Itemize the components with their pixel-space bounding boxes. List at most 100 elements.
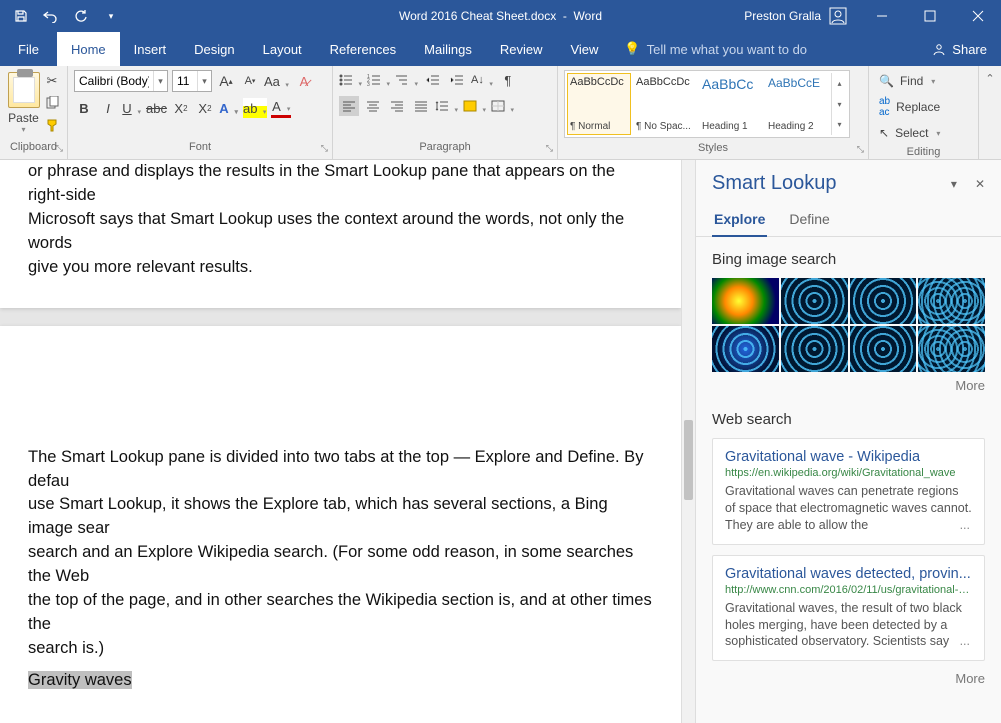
bullets-icon[interactable] [339,70,363,90]
image-result[interactable] [781,278,848,324]
user-name[interactable]: Preston Gralla [744,9,821,23]
styles-launcher-icon[interactable]: ⤡ [857,144,864,155]
document-area[interactable]: or phrase and displays the results in th… [0,160,681,723]
search-icon: 🔍 [879,74,894,88]
format-painter-icon[interactable] [43,116,61,134]
gallery-up-icon[interactable]: ▴ [832,73,847,94]
share-icon [932,42,946,56]
image-result[interactable] [850,278,917,324]
replace-button[interactable]: abacReplace [875,94,944,120]
multilevel-list-icon[interactable] [395,70,419,90]
align-right-icon[interactable] [387,96,407,116]
increase-indent-icon[interactable] [447,70,467,90]
underline-button[interactable]: U [122,98,142,118]
find-button[interactable]: 🔍Find▾ [875,72,944,90]
superscript-button[interactable]: X2 [195,98,215,118]
italic-button[interactable]: I [98,98,118,118]
user-avatar-icon[interactable] [829,7,847,25]
style-no-spacing[interactable]: AaBbCcDc¶ No Spac... [633,73,697,135]
copy-icon[interactable] [43,94,61,112]
font-launcher-icon[interactable]: ⤡ [321,143,328,154]
tab-view[interactable]: View [556,32,612,66]
undo-icon[interactable] [38,3,64,29]
selected-text[interactable]: Gravity waves [28,671,132,689]
scrollbar-thumb[interactable] [684,420,693,500]
tab-layout[interactable]: Layout [249,32,316,66]
borders-icon[interactable] [491,96,515,116]
image-result[interactable] [781,326,848,372]
font-size-input[interactable] [173,74,197,88]
shrink-font-icon[interactable]: A▾ [240,71,260,91]
align-left-icon[interactable] [339,96,359,116]
group-paragraph: 123 A↓ ¶ Paragraph⤡ [333,66,558,159]
grow-font-icon[interactable]: A▴ [216,71,236,91]
pane-menu-icon[interactable]: ▾ [951,177,957,191]
close-button[interactable] [955,0,1001,32]
redo-icon[interactable] [68,3,94,29]
image-result[interactable] [918,278,985,324]
tab-review[interactable]: Review [486,32,557,66]
tell-me-search[interactable]: 💡 Tell me what you want to do [612,32,807,66]
tab-file[interactable]: File [0,32,57,66]
sort-icon[interactable]: A↓ [471,70,494,90]
maximize-button[interactable] [907,0,953,32]
save-icon[interactable] [8,3,34,29]
decrease-indent-icon[interactable] [423,70,443,90]
show-marks-icon[interactable]: ¶ [498,70,518,90]
image-result[interactable] [712,326,779,372]
vertical-scrollbar[interactable] [681,160,695,723]
image-result[interactable] [918,326,985,372]
qat-customize-icon[interactable]: ▾ [98,3,124,29]
share-button[interactable]: Share [932,32,1001,66]
web-section-title: Web search [712,411,985,428]
gallery-more-icon[interactable]: ▾ [832,114,847,135]
font-color-icon[interactable]: A [271,98,291,118]
subscript-button[interactable]: X2 [171,98,191,118]
chevron-down-icon[interactable]: ▾ [197,71,211,91]
web-result-1[interactable]: Gravitational wave - Wikipedia https://e… [712,438,985,545]
web-result-2[interactable]: Gravitational waves detected, provin... … [712,555,985,662]
justify-icon[interactable] [411,96,431,116]
pane-close-icon[interactable]: ✕ [975,177,985,191]
clipboard-launcher-icon[interactable]: ⤡ [56,143,63,154]
change-case-icon[interactable]: Aa [264,71,290,91]
web-result-url: https://en.wikipedia.org/wiki/Gravitatio… [725,467,972,479]
line-spacing-icon[interactable] [435,96,459,116]
minimize-button[interactable] [859,0,905,32]
cut-icon[interactable]: ✂ [43,72,61,90]
style-heading-1[interactable]: AaBbCcHeading 1 [699,73,763,135]
chevron-down-icon[interactable]: ▾ [153,71,167,91]
tab-home[interactable]: Home [57,32,120,66]
web-result-snippet: Gravitational waves, the result of two b… [725,600,972,651]
paste-button[interactable]: Paste ▾ [6,70,41,134]
highlight-icon[interactable]: ab [243,98,267,118]
numbering-icon[interactable]: 123 [367,70,391,90]
align-center-icon[interactable] [363,96,383,116]
font-name-combo[interactable]: ▾ [74,70,168,92]
font-name-input[interactable] [75,74,153,88]
web-result-title: Gravitational wave - Wikipedia [725,449,972,465]
tab-design[interactable]: Design [180,32,248,66]
image-result[interactable] [850,326,917,372]
bold-button[interactable]: B [74,98,94,118]
image-result[interactable] [712,278,779,324]
shading-icon[interactable] [463,96,487,116]
images-more-link[interactable]: More [712,378,985,393]
text-effects-icon[interactable]: A [219,98,239,118]
pane-tab-define[interactable]: Define [787,203,831,236]
strikethrough-button[interactable]: abc [146,98,167,118]
gallery-down-icon[interactable]: ▾ [832,94,847,115]
paragraph-launcher-icon[interactable]: ⤡ [546,143,553,154]
style-gallery[interactable]: AaBbCcDc¶ Normal AaBbCcDc¶ No Spac... Aa… [564,70,850,138]
font-size-combo[interactable]: ▾ [172,70,212,92]
style-heading-2[interactable]: AaBbCcEHeading 2 [765,73,829,135]
select-button[interactable]: ↖Select▾ [875,124,944,142]
tab-references[interactable]: References [316,32,410,66]
style-normal[interactable]: AaBbCcDc¶ Normal [567,73,631,135]
clear-formatting-icon[interactable]: A̷ [294,71,314,91]
collapse-ribbon-icon[interactable]: ⌃ [985,72,994,85]
pane-tab-explore[interactable]: Explore [712,203,767,237]
tab-insert[interactable]: Insert [120,32,181,66]
web-more-link[interactable]: More [712,671,985,686]
tab-mailings[interactable]: Mailings [410,32,486,66]
